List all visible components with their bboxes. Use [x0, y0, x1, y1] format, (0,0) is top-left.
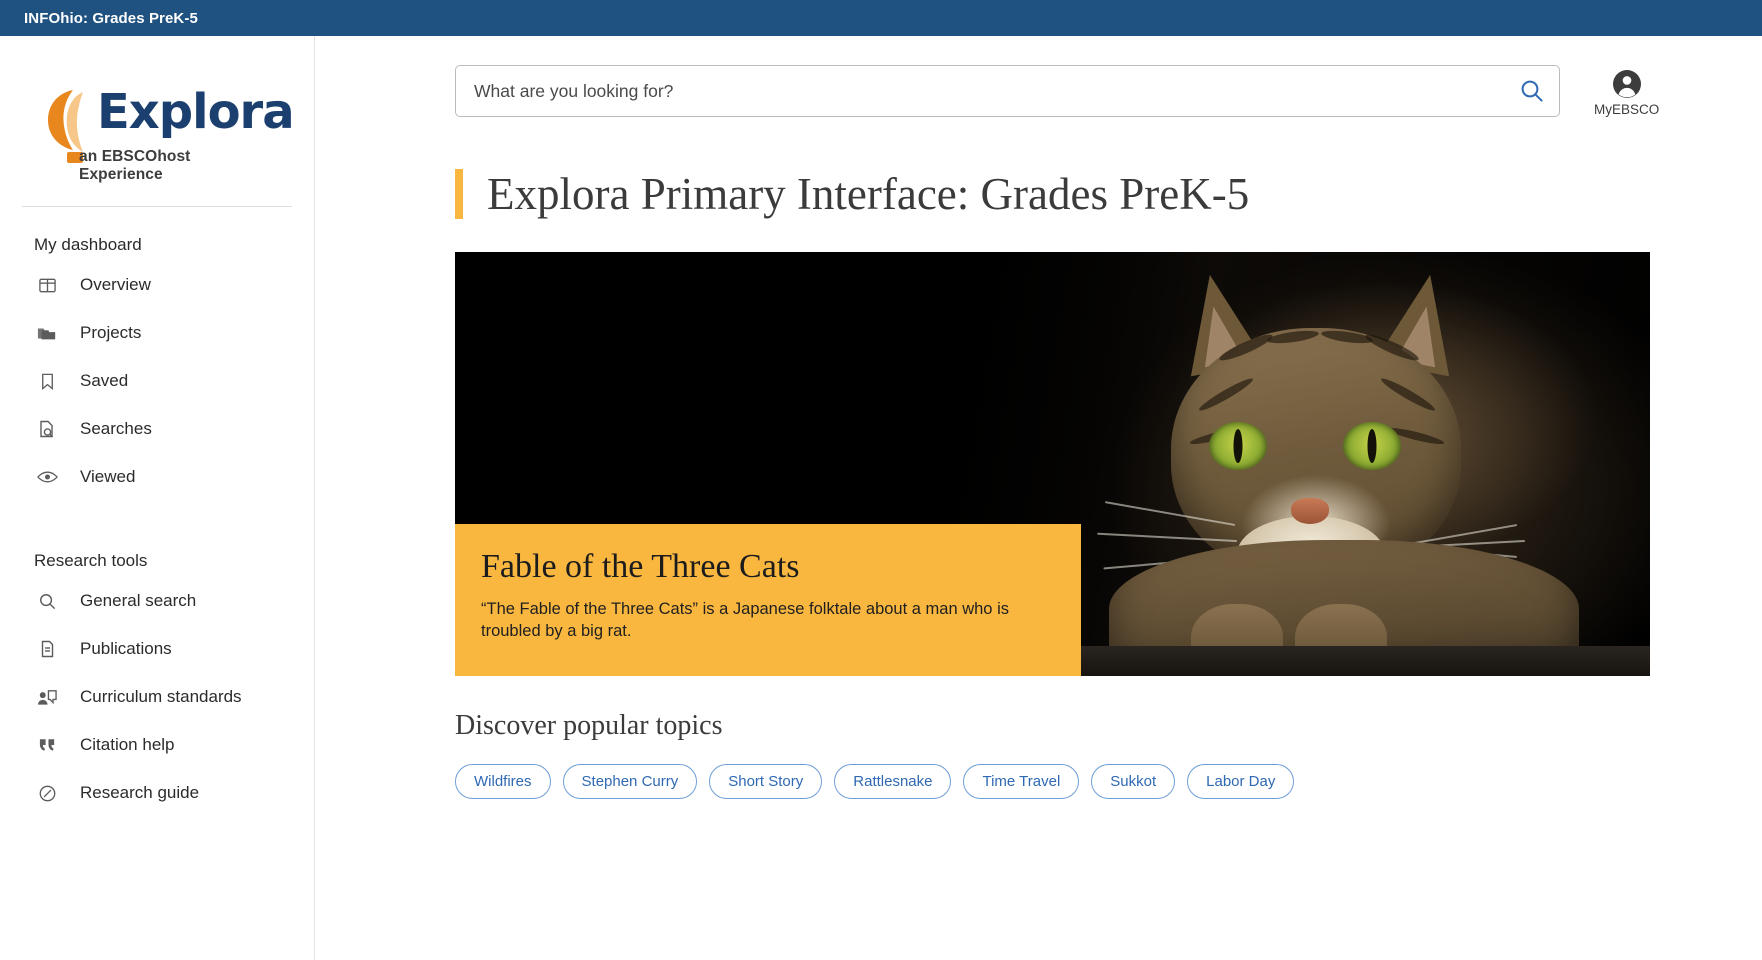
sidebar-item-overview[interactable]: Overview — [0, 261, 314, 309]
logo-wordmark: Explora — [97, 84, 295, 140]
sidebar-label: Saved — [80, 371, 129, 390]
search-box[interactable] — [455, 65, 1560, 117]
cat-illustration — [1095, 268, 1650, 677]
eye-icon — [34, 465, 60, 489]
sidebar-item-searches[interactable]: Searches — [0, 405, 314, 453]
myebsco-label: MyEBSCO — [1594, 102, 1660, 117]
featured-hero-card[interactable]: Fable of the Three Cats “The Fable of th… — [455, 252, 1650, 677]
search-row: MyEBSCO — [315, 36, 1762, 117]
sidebar-label: General search — [80, 591, 197, 610]
search-button[interactable] — [1513, 72, 1551, 110]
sidebar-label: Publications — [80, 639, 172, 658]
logo-tagline: an EBSCOhost Experience — [79, 148, 191, 183]
main-content: MyEBSCO Explora Primary Interface: Grade… — [315, 36, 1762, 960]
search-icon — [1521, 80, 1543, 102]
sidebar-label: Overview — [80, 275, 151, 294]
sidebar-item-viewed[interactable]: Viewed — [0, 453, 314, 501]
app-root: INFOhio: Grades PreK-5 Explora an EBSCOh… — [0, 0, 1762, 960]
compass-icon — [34, 781, 60, 805]
sidebar-label: Curriculum standards — [80, 687, 242, 706]
topic-chip[interactable]: Sukkot — [1091, 764, 1176, 800]
sidebar-item-citation-help[interactable]: Citation help — [0, 721, 314, 769]
sidebar-item-general-search[interactable]: General search — [0, 577, 314, 625]
hero-description: “The Fable of the Three Cats” is a Japan… — [481, 599, 1009, 641]
sidebar-item-curriculum-standards[interactable]: Curriculum standards — [0, 673, 314, 721]
hero-title: Fable of the Three Cats — [481, 548, 800, 586]
topic-chip[interactable]: Labor Day — [1187, 764, 1295, 800]
sidebar-label: Citation help — [80, 735, 175, 754]
sidebar-label: Searches — [80, 419, 152, 438]
cat-pupil-right — [1367, 429, 1377, 464]
research-tools-heading: Research tools — [34, 551, 148, 570]
topic-chip[interactable]: Rattlesnake — [834, 764, 952, 800]
sidebar-label: Projects — [80, 323, 142, 342]
search-input[interactable] — [456, 66, 1559, 116]
folder-icon — [34, 321, 60, 345]
document-search-icon — [34, 417, 60, 441]
cat-pupil-left — [1233, 429, 1243, 464]
logo-wrapper[interactable]: Explora an EBSCOhost Experience — [0, 36, 314, 183]
topic-chip[interactable]: Short Story — [709, 764, 823, 800]
explora-logo[interactable]: Explora an EBSCOhost Experience — [41, 80, 295, 183]
sidebar-label: Viewed — [80, 467, 136, 486]
user-avatar-icon — [1612, 70, 1641, 98]
sidebar-item-publications[interactable]: Publications — [0, 625, 314, 673]
page-title: Explora Primary Interface: Grades PreK-5 — [487, 169, 1250, 219]
magnifier-icon — [34, 589, 60, 613]
bookmark-icon — [34, 369, 60, 393]
sidebar-item-saved[interactable]: Saved — [0, 357, 314, 405]
sidebar-item-research-guide[interactable]: Research guide — [0, 769, 314, 817]
title-accent-bar — [455, 169, 463, 220]
quotation-marks-icon — [34, 733, 60, 757]
topics-heading: Discover popular topics — [455, 710, 723, 742]
page-title-row: Explora Primary Interface: Grades PreK-5 — [455, 169, 1762, 220]
institution-title: INFOhio: Grades PreK-5 — [24, 9, 198, 27]
sidebar-item-projects[interactable]: Projects — [0, 309, 314, 357]
hero-caption-panel[interactable]: Fable of the Three Cats “The Fable of th… — [455, 524, 1081, 677]
sidebar: Explora an EBSCOhost Experience My dashb… — [0, 36, 315, 960]
document-icon — [34, 637, 60, 661]
topic-chip[interactable]: Time Travel — [963, 764, 1080, 800]
topic-chip[interactable]: Stephen Curry — [562, 764, 698, 800]
myebsco-button[interactable]: MyEBSCO — [1594, 69, 1659, 117]
topic-chip-list: Wildfires Stephen Curry Short Story Ratt… — [455, 764, 1655, 800]
hero-ledge — [1081, 646, 1650, 677]
dashboard-heading: My dashboard — [34, 235, 142, 254]
top-bar: INFOhio: Grades PreK-5 — [0, 0, 1762, 36]
layout-panel-icon — [34, 273, 60, 297]
topic-chip[interactable]: Wildfires — [455, 764, 551, 800]
sidebar-label: Research guide — [80, 783, 200, 802]
presentation-person-icon — [34, 685, 60, 709]
